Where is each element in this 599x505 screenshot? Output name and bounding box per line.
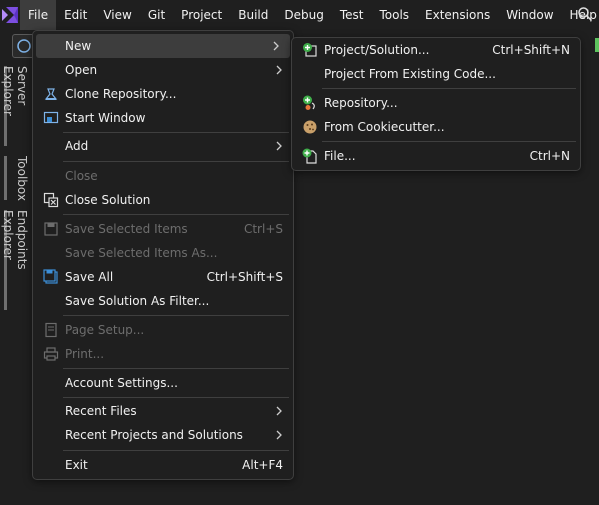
menu-item-label: Project From Existing Code...: [324, 67, 496, 81]
menu-view[interactable]: View: [95, 0, 139, 30]
menu-item-save-selected-as[interactable]: Save Selected Items As...: [33, 241, 293, 265]
menu-item-project-solution[interactable]: Project/Solution... Ctrl+Shift+N: [292, 38, 580, 62]
menu-item-recent-projects[interactable]: Recent Projects and Solutions: [33, 423, 293, 447]
chevron-right-icon: [273, 41, 279, 51]
menu-window[interactable]: Window: [498, 0, 561, 30]
visual-studio-logo-icon: [0, 0, 20, 30]
menu-item-label: Project/Solution...: [324, 43, 430, 57]
menu-item-print[interactable]: Print...: [33, 342, 293, 366]
print-icon: [43, 346, 59, 362]
new-repository-icon: [302, 95, 318, 111]
toolbox-tab[interactable]: Toolbox: [4, 156, 29, 201]
menu-separator: [322, 88, 576, 89]
menu-item-save-all[interactable]: Save All Ctrl+Shift+S: [33, 265, 293, 289]
menu-bar: File Edit View Git Project Build Debug T…: [0, 0, 599, 30]
menu-item-add[interactable]: Add: [33, 134, 293, 158]
menu-item-label: Account Settings...: [65, 376, 178, 390]
menu-item-close-solution[interactable]: Close Solution: [33, 188, 293, 212]
menu-item-label: New: [65, 39, 92, 53]
menu-item-label: Clone Repository...: [65, 87, 177, 101]
menu-item-label: Save Selected Items As...: [65, 246, 218, 260]
menu-item-save-selected[interactable]: Save Selected Items Ctrl+S: [33, 217, 293, 241]
menu-item-label: Print...: [65, 347, 105, 361]
menu-item-account-settings[interactable]: Account Settings...: [33, 371, 293, 395]
chevron-right-icon: [276, 141, 282, 151]
menu-item-clone-repository[interactable]: Clone Repository...: [33, 82, 293, 106]
page-setup-icon: [43, 322, 59, 338]
menu-item-label: Close Solution: [65, 193, 151, 207]
menu-separator: [63, 161, 289, 162]
shortcut-text: Ctrl+S: [243, 222, 283, 236]
menu-item-page-setup[interactable]: Page Setup...: [33, 318, 293, 342]
menu-item-new-file[interactable]: File... Ctrl+N: [292, 144, 580, 168]
chevron-right-icon: [276, 406, 282, 416]
menu-separator: [322, 141, 576, 142]
menu-item-recent-files[interactable]: Recent Files: [33, 399, 293, 423]
menu-separator: [63, 132, 289, 133]
menu-file[interactable]: File: [20, 0, 57, 30]
menu-item-label: Recent Files: [65, 404, 137, 418]
endpoints-explorer-tab[interactable]: Endpoints Explorer: [1, 210, 29, 310]
menu-item-open[interactable]: Open: [33, 58, 293, 82]
menu-separator: [63, 450, 289, 451]
start-window-icon: [43, 110, 59, 126]
menu-test[interactable]: Test: [332, 0, 372, 30]
chevron-right-icon: [276, 430, 282, 440]
search-icon[interactable]: [577, 6, 593, 22]
file-menu: New Open Clone Repository... Start Windo…: [32, 30, 294, 480]
menu-separator: [63, 214, 289, 215]
menu-item-label: Start Window: [65, 111, 146, 125]
clone-repository-icon: [43, 86, 59, 102]
new-submenu: Project/Solution... Ctrl+Shift+N Project…: [291, 37, 581, 171]
menu-build[interactable]: Build: [230, 0, 276, 30]
cookiecutter-icon: [302, 119, 318, 135]
menu-project[interactable]: Project: [173, 0, 230, 30]
menu-item-label: Save Selected Items: [65, 222, 188, 236]
save-icon: [43, 221, 59, 237]
save-all-icon: [43, 269, 59, 285]
menu-item-label: Add: [65, 139, 89, 153]
new-project-icon: [302, 42, 318, 58]
server-explorer-tab[interactable]: Server Explorer: [1, 66, 29, 146]
menu-item-label: Close: [65, 169, 98, 183]
menu-item-label: Save All: [65, 270, 114, 284]
close-solution-icon: [43, 192, 59, 208]
menu-item-from-cookiecutter[interactable]: From Cookiecutter...: [292, 115, 580, 139]
menu-separator: [63, 397, 289, 398]
menu-item-label: Open: [65, 63, 98, 77]
chevron-right-icon: [276, 65, 282, 75]
menu-item-label: Recent Projects and Solutions: [65, 428, 243, 442]
shortcut-text: Ctrl+Shift+N: [492, 43, 570, 57]
shortcut-text: Ctrl+Shift+S: [206, 270, 283, 284]
menu-item-project-from-existing-code[interactable]: Project From Existing Code...: [292, 62, 580, 86]
menu-item-label: Repository...: [324, 96, 398, 110]
menu-item-save-solution-as-filter[interactable]: Save Solution As Filter...: [33, 289, 293, 313]
menu-separator: [63, 368, 289, 369]
menu-item-label: Exit: [65, 458, 88, 472]
menu-item-repository[interactable]: Repository...: [292, 91, 580, 115]
menu-debug[interactable]: Debug: [276, 0, 331, 30]
menu-extensions[interactable]: Extensions: [417, 0, 498, 30]
menu-edit[interactable]: Edit: [56, 0, 95, 30]
status-indicator: [595, 38, 599, 52]
menu-git[interactable]: Git: [140, 0, 173, 30]
shortcut-text: Ctrl+N: [529, 149, 570, 163]
menu-item-label: Save Solution As Filter...: [65, 294, 210, 308]
new-file-icon: [302, 148, 318, 164]
menu-item-close[interactable]: Close: [33, 164, 293, 188]
shortcut-text: Alt+F4: [242, 458, 283, 472]
menu-item-label: From Cookiecutter...: [324, 120, 445, 134]
menu-item-start-window[interactable]: Start Window: [33, 106, 293, 130]
menu-tools[interactable]: Tools: [371, 0, 417, 30]
menu-item-label: Page Setup...: [65, 323, 145, 337]
menu-item-new[interactable]: New: [36, 34, 290, 58]
menu-separator: [63, 315, 289, 316]
menu-item-label: File...: [324, 149, 356, 163]
menu-item-exit[interactable]: Exit Alt+F4: [33, 453, 293, 477]
